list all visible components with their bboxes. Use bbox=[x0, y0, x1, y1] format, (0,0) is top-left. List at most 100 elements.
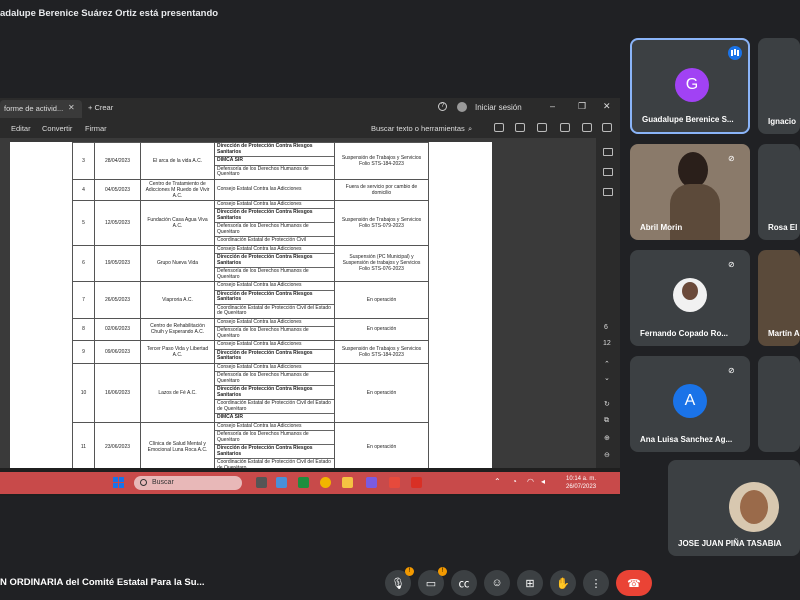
table-row: 3 28/04/2023 El arca de la vida A.C. Direcc… bbox=[72, 142, 429, 180]
cell-date: 04/05/2023 bbox=[94, 178, 141, 201]
powerpoint-icon[interactable] bbox=[389, 477, 400, 488]
table-row: 11 23/06/2023 Clínica de Salud Mental y Em… bbox=[72, 421, 429, 468]
participant-tile[interactable]: ⊘ Abril Morin bbox=[630, 144, 750, 240]
dependency-item: Dirección de Protección Contra Riesgos S… bbox=[215, 209, 334, 223]
page-down-icon[interactable]: ⌄ bbox=[604, 374, 610, 382]
acrobat-icon[interactable] bbox=[411, 477, 422, 488]
cell-status: Fuera de servicio por cambio de domicili… bbox=[334, 178, 429, 201]
mic-button[interactable]: 🎙 ! bbox=[385, 567, 414, 596]
zoom-out-icon[interactable]: ⊖ bbox=[604, 451, 610, 459]
dependency-item: Defensoría de los Derechos Humanos de Qu… bbox=[217, 327, 309, 339]
help-icon[interactable]: ? bbox=[438, 102, 447, 111]
dependency-item: Dirección de Protección Contra Riesgos S… bbox=[215, 445, 334, 459]
dependency-item: Coordinación Estatal de Protección Civil… bbox=[217, 459, 331, 468]
participant-tile[interactable]: Martín A bbox=[758, 250, 800, 346]
participant-name: Ignacio bbox=[768, 117, 797, 126]
participant-tile[interactable]: ⊘ Fernando Copado Ro... bbox=[630, 250, 750, 346]
edge-icon[interactable] bbox=[366, 477, 377, 488]
raise-hand-button[interactable]: ✋ bbox=[550, 570, 576, 596]
more-options-button[interactable]: ⋮ bbox=[583, 570, 609, 596]
captions-button[interactable]: ㏄ bbox=[451, 570, 477, 596]
cell-dependencies: Consejo Estatal Contra las Adicciones bbox=[214, 178, 335, 201]
volume-icon[interactable]: ◂ bbox=[541, 477, 545, 486]
camera-warning-badge: ! bbox=[438, 567, 447, 576]
participant-tile[interactable]: Rosa El bbox=[758, 144, 800, 240]
taskbar-clock[interactable]: 10:14 a. m. 26/07/2023 bbox=[566, 475, 596, 491]
dependency-item: Consejo Estatal Contra las Adicciones bbox=[215, 319, 334, 327]
comment-icon[interactable] bbox=[603, 148, 613, 156]
bookmark-icon[interactable] bbox=[603, 188, 613, 196]
document-area[interactable]: 3 28/04/2023 El arca de la vida A.C. Direcc… bbox=[0, 138, 596, 468]
tab-close-icon[interactable]: ✕ bbox=[68, 103, 75, 112]
clock-date: 26/07/2023 bbox=[566, 484, 597, 490]
cell-number: 3 bbox=[72, 142, 95, 180]
tray-chevron-icon[interactable]: ⌃ bbox=[494, 477, 501, 486]
present-button[interactable]: ⊞ bbox=[517, 570, 543, 596]
fit-page-icon[interactable]: ⧉ bbox=[604, 417, 609, 425]
cell-number: 9 bbox=[72, 340, 95, 364]
network-icon[interactable]: ◔ bbox=[512, 477, 517, 486]
cell-date: 19/05/2023 bbox=[94, 244, 141, 282]
participant-tile[interactable] bbox=[758, 356, 800, 452]
search-tools[interactable]: Buscar texto o herramientas bbox=[371, 124, 465, 133]
participant-tile[interactable]: G Guadalupe Berenice S... bbox=[630, 38, 750, 134]
print-icon[interactable] bbox=[537, 123, 547, 132]
sign-menu[interactable]: Firmar bbox=[85, 124, 107, 133]
participant-name: Ana Luisa Sanchez Ag... bbox=[640, 435, 733, 444]
dependency-item: Defensoría de los Derechos Humanos de Qu… bbox=[215, 372, 334, 386]
cell-dependencies: Consejo Estatal Contra las Adicciones Def… bbox=[214, 317, 335, 341]
table-row: 7 26/05/2023 Viaproria A.C. Consejo Estatal… bbox=[72, 281, 429, 319]
task-view-icon[interactable] bbox=[256, 477, 267, 488]
participant-photo-face bbox=[740, 490, 768, 524]
end-call-button[interactable]: ☎ bbox=[616, 570, 652, 596]
dependency-item: Dirección de Protección Contra Riesgos S… bbox=[215, 254, 334, 268]
save-icon[interactable] bbox=[494, 123, 504, 132]
profile-icon[interactable] bbox=[457, 102, 467, 112]
chrome-icon[interactable] bbox=[320, 477, 331, 488]
minimize-icon[interactable]: – bbox=[550, 101, 555, 111]
taskbar-search[interactable]: Buscar bbox=[134, 476, 242, 490]
dependency-item: Defensoría de los Derechos Humanos de Qu… bbox=[217, 165, 309, 177]
dependency-item: Consejo Estatal Contra las Adicciones bbox=[215, 201, 334, 209]
cell-status: En operación bbox=[334, 317, 429, 341]
page-current: 6 bbox=[604, 324, 608, 331]
shared-screen: forme de activid... ✕ + Crear ? Iniciar … bbox=[0, 98, 620, 496]
upload-icon[interactable] bbox=[515, 123, 525, 132]
refresh-icon[interactable]: ↻ bbox=[604, 400, 610, 408]
convert-menu[interactable]: Convertir bbox=[42, 124, 72, 133]
link-icon[interactable] bbox=[602, 123, 612, 132]
search-icon[interactable]: ⌕ bbox=[468, 124, 472, 134]
maximize-icon[interactable]: ❐ bbox=[578, 101, 586, 112]
participant-tile[interactable]: Ignacio bbox=[758, 38, 800, 134]
dependency-item: Consejo Estatal Contra las Adicciones bbox=[215, 282, 334, 291]
excel-icon[interactable] bbox=[298, 477, 309, 488]
camera-button[interactable]: ▭ ! bbox=[418, 567, 447, 596]
clock-time: 10:14 a. m. bbox=[566, 476, 597, 482]
teams-icon[interactable] bbox=[276, 477, 287, 488]
participant-name: Fernando Copado Ro... bbox=[640, 329, 728, 338]
windows-start-icon[interactable] bbox=[113, 477, 124, 488]
zoom-in-icon[interactable]: ⊕ bbox=[604, 434, 610, 442]
new-tab-button[interactable]: + Crear bbox=[88, 103, 113, 112]
pages-icon[interactable] bbox=[603, 168, 613, 176]
reactions-button[interactable]: ☺ bbox=[484, 570, 510, 596]
cell-name: Fundación Casa Agua Viva A.C. bbox=[140, 199, 215, 246]
cell-status: Suspensión de Trabajos y Servicios Folio… bbox=[334, 142, 429, 180]
page-up-icon[interactable]: ⌃ bbox=[604, 360, 610, 368]
participant-tile[interactable]: JOSE JUAN PIÑA TASABIA bbox=[668, 460, 800, 556]
wifi-icon[interactable]: ◠ bbox=[527, 477, 534, 486]
pen-icon[interactable] bbox=[582, 123, 592, 132]
emoji-icon: ☺ bbox=[491, 577, 503, 589]
signin-button[interactable]: Iniciar sesión bbox=[475, 103, 522, 112]
participant-tile[interactable]: ⊘ A Ana Luisa Sanchez Ag... bbox=[630, 356, 750, 452]
dependency-item: Dirección de Protección Contra Riesgos S… bbox=[215, 143, 334, 157]
folder-icon[interactable] bbox=[342, 477, 353, 488]
share-icon[interactable] bbox=[560, 123, 570, 132]
meeting-title: N ORDINARIA del Comité Estatal Para la S… bbox=[0, 577, 205, 588]
dependency-item: Coordinación Estatal de Protección Civil bbox=[217, 237, 306, 243]
document-tab-label: forme de activid... bbox=[4, 104, 64, 113]
close-window-icon[interactable]: ✕ bbox=[603, 101, 611, 112]
cell-number: 6 bbox=[72, 244, 95, 282]
edit-menu[interactable]: Editar bbox=[11, 124, 31, 133]
cell-date: 12/05/2023 bbox=[94, 199, 141, 246]
